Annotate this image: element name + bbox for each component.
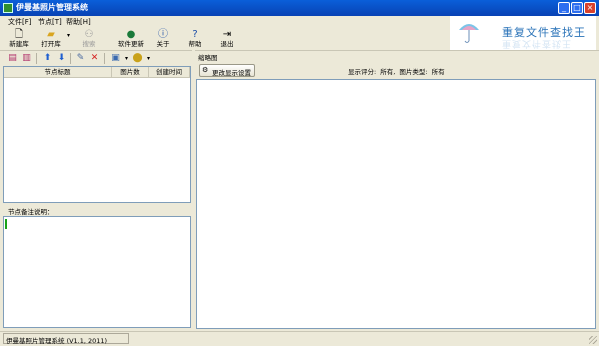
window-title: 伊曼基照片管理系统 <box>16 3 88 12</box>
node-note-label: 节点备注说明： <box>8 208 54 216</box>
chevron-down-icon[interactable]: ▾ <box>121 53 132 64</box>
folder-open-icon: ▰ <box>47 29 55 40</box>
menu-help[interactable]: 帮助[H] <box>66 17 91 27</box>
node-list-header: 节点标题 图片数 创建时间 <box>4 67 190 78</box>
filter-dropdown-icon[interactable]: ⬤ <box>132 53 143 64</box>
column-header-image-count[interactable]: 图片数 <box>112 67 149 77</box>
node-note-field[interactable] <box>3 216 191 328</box>
software-update-label: 软件更新 <box>118 40 144 48</box>
new-document-icon: 🗋 <box>14 29 24 40</box>
exit-button[interactable]: ⇥ 退出 <box>210 28 244 50</box>
menu-file[interactable]: 文件[F] <box>8 17 32 27</box>
panel-splitter[interactable] <box>192 50 195 330</box>
title-bar: 伊曼基照片管理系统 _ □ × <box>0 0 599 16</box>
globe-icon: ● <box>126 29 136 40</box>
search-label: 搜索 <box>82 40 96 48</box>
menu-node[interactable]: 节点[T] <box>38 17 62 27</box>
about-label: 关于 <box>156 40 170 48</box>
tree-toolbar: ▤ ▥ ⬆ ⬇ ✎ ✕ ▣ ▾ ⬤ ▾ <box>3 52 191 66</box>
binoculars-icon: ⚇ <box>84 29 94 40</box>
column-header-title[interactable]: 节点标题 <box>4 67 112 77</box>
new-db-button[interactable]: 🗋 新建库 <box>2 28 36 50</box>
thumbnail-view[interactable] <box>196 79 596 329</box>
thumbnail-tab: 缩略图 <box>196 50 596 62</box>
help-icon: ? <box>192 29 198 40</box>
node-note-header: 节点备注说明： <box>3 204 191 216</box>
software-update-button[interactable]: ● 软件更新 <box>114 28 148 50</box>
settings-icon: ⚙ <box>202 66 209 74</box>
change-display-settings-button[interactable]: ⚙ 更改显示设置 <box>199 64 255 77</box>
exit-door-icon: ⇥ <box>222 29 232 40</box>
thumbnail-toolbar: ⚙ 更改显示设置 显示评分: 所有, 图片类型: 所有 <box>196 62 596 79</box>
move-down-icon[interactable]: ⬇ <box>56 53 67 64</box>
toolbar-separator <box>104 53 105 64</box>
toolbar-separator <box>70 53 71 64</box>
minimize-button[interactable]: _ <box>558 2 570 14</box>
about-button[interactable]: ⓘ 关于 <box>146 28 180 50</box>
search-button[interactable]: ⚇ 搜索 <box>72 28 106 50</box>
expand-all-icon[interactable]: ▤ <box>7 53 18 64</box>
column-header-created-time[interactable]: 创建时间 <box>149 67 190 77</box>
open-db-button[interactable]: ▰ 打开库 <box>34 28 68 50</box>
display-filter-info: 显示评分: 所有, 图片类型: 所有 <box>348 68 445 76</box>
resize-grip-icon[interactable] <box>589 336 597 344</box>
status-panel: 伊曼基照片管理系统 (V1.1, 2011) <box>3 333 129 345</box>
image-dropdown-icon[interactable]: ▣ <box>110 53 121 64</box>
close-button[interactable]: × <box>584 2 596 14</box>
thumbnail-tab-title: 缩略图 <box>198 54 218 62</box>
edit-icon[interactable]: ✎ <box>75 53 86 64</box>
status-text: 伊曼基照片管理系统 (V1.1, 2011) <box>6 337 108 345</box>
open-db-label: 打开库 <box>41 40 61 48</box>
collapse-all-icon[interactable]: ▥ <box>21 53 32 64</box>
help-label: 帮助 <box>188 40 202 48</box>
move-up-icon[interactable]: ⬆ <box>42 53 53 64</box>
node-list[interactable]: 节点标题 图片数 创建时间 <box>3 66 191 203</box>
brand-logo: 重复文件查找王 重复文件查找王 <box>450 16 596 50</box>
text-caret <box>5 219 7 229</box>
maximize-button[interactable]: □ <box>571 2 583 14</box>
toolbar-separator <box>36 53 37 64</box>
info-icon: ⓘ <box>158 29 168 40</box>
status-bar: 伊曼基照片管理系统 (V1.1, 2011) <box>0 331 599 346</box>
exit-label: 退出 <box>220 40 234 48</box>
new-db-label: 新建库 <box>9 40 29 48</box>
umbrella-logo-icon <box>459 24 479 43</box>
change-display-settings-label: 更改显示设置 <box>212 69 251 77</box>
chevron-down-icon[interactable]: ▾ <box>143 53 154 64</box>
app-icon <box>3 3 13 13</box>
delete-icon[interactable]: ✕ <box>89 53 100 64</box>
open-db-dropdown-icon[interactable]: ▾ <box>67 32 70 39</box>
help-button[interactable]: ? 帮助 <box>178 28 212 50</box>
